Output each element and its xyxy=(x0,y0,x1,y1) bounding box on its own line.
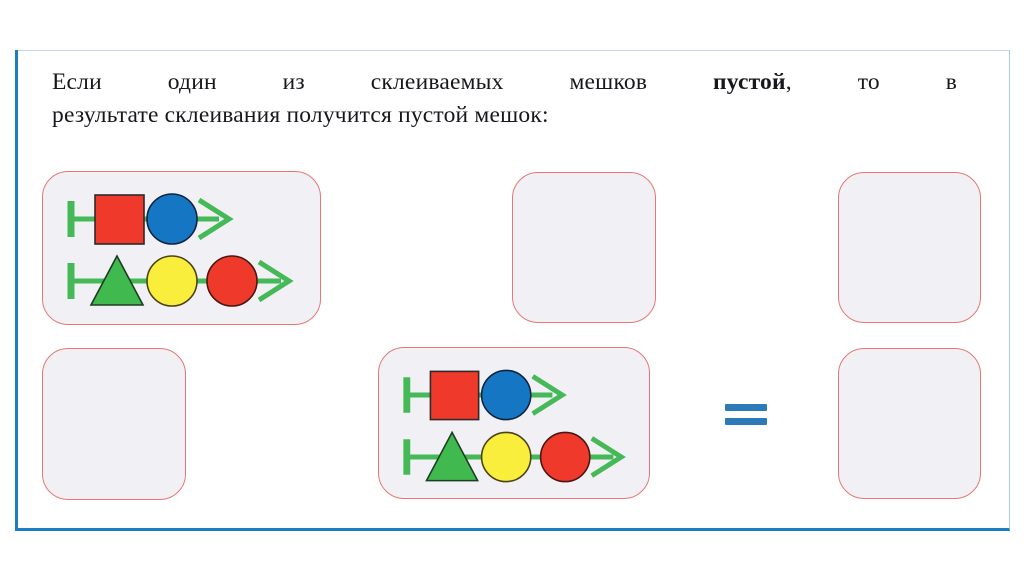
bead-blue-circle xyxy=(480,369,532,421)
chain-row-2-upper[interactable] xyxy=(395,364,639,426)
page-title-line-1-part-a: Если один из склеиваемых мешков xyxy=(52,69,714,95)
bag-empty-equation-1-result[interactable] xyxy=(838,172,981,323)
bag-filled-equation-2-right[interactable] xyxy=(378,347,650,499)
bead-yellow-circle xyxy=(146,255,198,307)
page-title-line-1: Если один из склеиваемых мешков пустой, … xyxy=(52,66,957,99)
equation-row-1 xyxy=(0,170,1024,430)
bead-red-circle xyxy=(539,431,591,483)
bead-blue-circle xyxy=(146,193,198,245)
slide-canvas: Если один из склеиваемых мешков пустой, … xyxy=(0,0,1024,574)
bead-yellow-circle xyxy=(480,431,532,483)
bag-empty-equation-2-result[interactable] xyxy=(838,348,981,499)
chain-row-1-lower[interactable] xyxy=(59,250,307,312)
page-title: Если один из склеиваемых мешков пустой, … xyxy=(52,66,957,132)
bead-red-square xyxy=(94,194,145,245)
bead-red-square xyxy=(429,370,480,421)
bag-filled-equation-1-left[interactable] xyxy=(42,171,321,325)
page-title-keyword-empty: пустой xyxy=(713,69,786,95)
page-title-line-2: результате склеивания получится пустой м… xyxy=(52,102,549,128)
chain-row-1-upper[interactable] xyxy=(59,188,307,250)
bead-red-circle xyxy=(206,255,258,307)
bag-empty-equation-2-left[interactable] xyxy=(42,348,186,500)
page-title-line-1-part-b: , то в xyxy=(785,69,957,95)
chain-row-2-lower[interactable] xyxy=(395,426,639,488)
bag-empty-equation-1-right[interactable] xyxy=(512,172,656,323)
equation-row-2 xyxy=(0,346,1024,502)
